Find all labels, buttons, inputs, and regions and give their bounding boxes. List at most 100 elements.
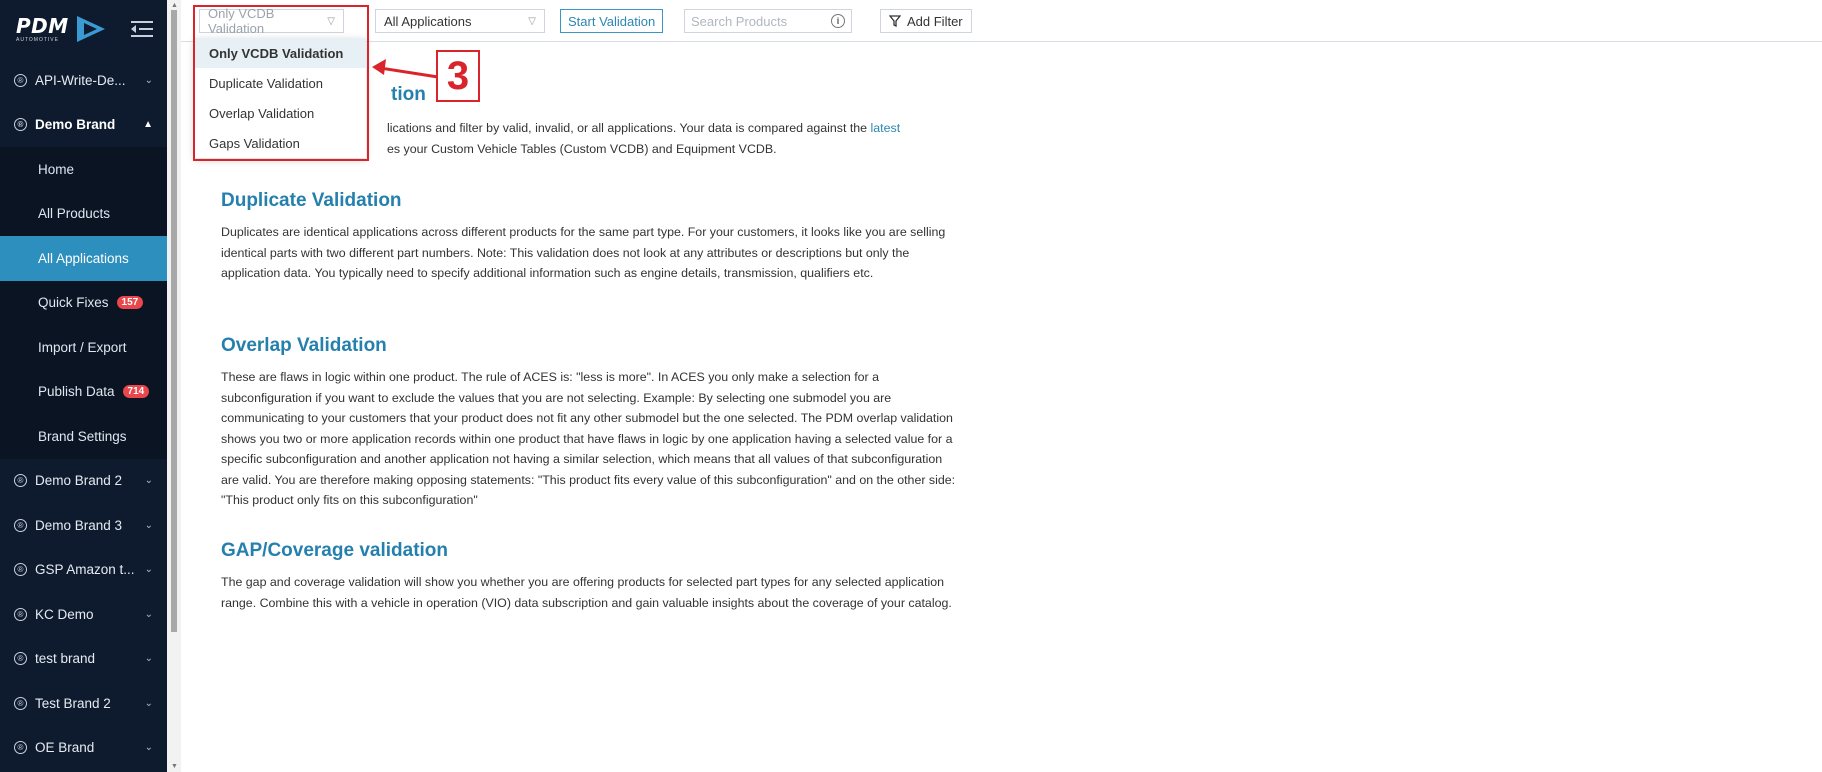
sidebar-brand-item[interactable]: ® Demo Brand 3 ⌄: [0, 503, 167, 548]
sidebar-brand-left: ® Demo Brand 3: [14, 518, 122, 533]
annotation-number: 3: [436, 50, 480, 102]
chevron-down-icon: ⌄: [144, 608, 153, 620]
sidebar-brand-item[interactable]: ® test brand ⌄: [0, 637, 167, 682]
sidebar-item-label: Brand Settings: [38, 428, 127, 444]
sidebar-item-label: Publish Data: [38, 384, 115, 400]
registered-icon: ®: [14, 518, 27, 532]
registered-icon: ®: [14, 652, 27, 666]
vcdb-line-1-text: lications and filter by valid, invalid, …: [387, 121, 871, 135]
sidebar-item[interactable]: All Products: [0, 192, 167, 237]
add-filter-label: Add Filter: [907, 13, 963, 29]
overlap-section: Overlap Validation These are flaws in lo…: [221, 335, 961, 511]
sidebar-brand-left: ® KC Demo: [14, 607, 94, 622]
sidebar-item[interactable]: Home: [0, 147, 167, 192]
annotation-arrow-icon: [372, 59, 439, 79]
registered-icon: ®: [14, 741, 27, 755]
menu-collapse-icon[interactable]: [131, 20, 153, 38]
scroll-down-icon[interactable]: ▼: [171, 763, 178, 770]
logo-mark-icon: [76, 16, 105, 42]
sidebar-item[interactable]: Quick Fixes 157: [0, 281, 167, 326]
sidebar-brand-left: ® OE Brand: [14, 740, 94, 755]
overlap-text: These are flaws in logic within one prod…: [221, 370, 956, 507]
sidebar-brand-item[interactable]: ® GSP Amazon t... ⌄: [0, 548, 167, 593]
sidebar-brand-left: ® test brand: [14, 651, 95, 666]
chevron-down-icon: ⌄: [144, 519, 153, 531]
duplicate-text: Duplicates are identical applications ac…: [221, 225, 946, 280]
registered-icon: ®: [14, 696, 27, 710]
vcdb-line-2: es your Custom Vehicle Tables (Custom VC…: [387, 141, 777, 156]
logo[interactable]: PDM AUTOMOTIVE: [16, 15, 109, 43]
start-validation-button[interactable]: Start Validation: [560, 9, 664, 33]
sidebar-brand-item[interactable]: ® Demo Brand 2 ⌄: [0, 459, 167, 504]
sidebar-item[interactable]: Brand Settings: [0, 414, 167, 459]
registered-icon: ®: [14, 118, 27, 132]
applications-select[interactable]: All Applications ▽: [375, 9, 545, 33]
chevron-down-icon: ▽: [528, 15, 536, 27]
duplicate-title: Duplicate Validation: [221, 190, 402, 211]
overlap-title: Overlap Validation: [221, 335, 387, 356]
chevron-down-icon: ⌄: [144, 653, 153, 665]
vcdb-text-fragment: lications and filter by valid, invalid, …: [387, 118, 967, 159]
sidebar-item[interactable]: All Applications: [0, 236, 167, 281]
search-placeholder: Search Products: [691, 13, 788, 29]
sidebar-brand-item[interactable]: ® Test Brand 2 ⌄: [0, 681, 167, 726]
sidebar-brand-label: GSP Amazon t...: [35, 562, 135, 578]
sidebar-brand-label: OE Brand: [35, 740, 95, 756]
sidebar-item-label: Home: [38, 161, 75, 177]
search-input[interactable]: Search Products i: [684, 9, 852, 33]
vcdb-section-fragment: tion: [391, 84, 1131, 115]
sidebar-item[interactable]: Publish Data 714: [0, 370, 167, 415]
chevron-down-icon: ⌄: [144, 564, 153, 576]
logo-text: PDM: [16, 13, 69, 38]
latest-link[interactable]: latest: [871, 121, 901, 135]
sidebar-brand-label: Test Brand 2: [35, 695, 111, 711]
sidebar-brand-item[interactable]: ® API-Write-De... ⌄: [0, 58, 167, 103]
registered-icon: ®: [14, 73, 27, 87]
count-badge: 157: [116, 296, 144, 310]
count-badge: 714: [122, 385, 150, 399]
info-icon[interactable]: i: [831, 14, 845, 28]
chevron-down-icon: ⌄: [144, 697, 153, 709]
applications-select-value: All Applications: [384, 13, 472, 29]
sidebar-brand-label: API-Write-De...: [35, 72, 126, 88]
duplicate-section: Duplicate Validation Duplicates are iden…: [221, 190, 961, 284]
sidebar-item-label: All Applications: [38, 250, 129, 266]
chevron-down-icon: ⌄: [144, 742, 153, 754]
filter-icon: [889, 15, 901, 27]
sidebar-brand-item[interactable]: ® KC Demo ⌄: [0, 592, 167, 637]
scroll-up-icon[interactable]: ▲: [171, 2, 178, 9]
chevron-down-icon: ⌄: [144, 475, 153, 487]
sidebar-brand-left: ® Test Brand 2: [14, 696, 111, 711]
highlight-box: [193, 5, 369, 161]
sidebar-brand-label: test brand: [35, 651, 96, 667]
toolbar: Only VCDB Validation ▽ All Applications …: [181, 0, 1822, 42]
gap-title: GAP/Coverage validation: [221, 540, 449, 561]
brand-submenu: Home All Products All Applications Quick Fi…: [0, 147, 167, 459]
sidebar: PDM AUTOMOTIVE ® API-Write-De... ⌄ ® Demo …: [0, 0, 167, 772]
sidebar-scrollbar[interactable]: ▲ ▼: [167, 0, 181, 772]
add-filter-button[interactable]: Add Filter: [880, 9, 972, 33]
sidebar-item[interactable]: Import / Export: [0, 325, 167, 370]
sidebar-brand-label: KC Demo: [35, 606, 94, 622]
chevron-down-icon: ⌄: [144, 74, 153, 86]
registered-icon: ®: [14, 563, 27, 577]
sidebar-brand-left: ® Demo Brand 2: [14, 473, 122, 488]
registered-icon: ®: [14, 607, 27, 621]
sidebar-brand-demo-brand[interactable]: ® Demo Brand ▲: [0, 103, 167, 148]
registered-icon: ®: [14, 474, 27, 488]
sidebar-item-label: Quick Fixes: [38, 295, 109, 311]
sidebar-brand-left: ® API-Write-De...: [14, 73, 126, 88]
logo-subtext: AUTOMOTIVE: [16, 36, 59, 43]
scrollbar-thumb[interactable]: [171, 10, 177, 632]
sidebar-brand-left: ® GSP Amazon t...: [14, 562, 135, 577]
vcdb-title-fragment: tion: [391, 84, 426, 105]
sidebar-brand-label: Demo Brand: [35, 117, 116, 133]
sidebar-brand-label: Demo Brand 3: [35, 517, 123, 533]
brand-bar: PDM AUTOMOTIVE: [0, 0, 167, 58]
gap-section: GAP/Coverage validation The gap and cove…: [221, 540, 961, 613]
chevron-up-icon: ▲: [143, 119, 153, 131]
sidebar-item-label: All Products: [38, 206, 111, 222]
sidebar-brand-label: Demo Brand 2: [35, 473, 123, 489]
sidebar-brand-item[interactable]: ® OE Brand ⌄: [0, 726, 167, 771]
sidebar-item-label: Import / Export: [38, 339, 127, 355]
